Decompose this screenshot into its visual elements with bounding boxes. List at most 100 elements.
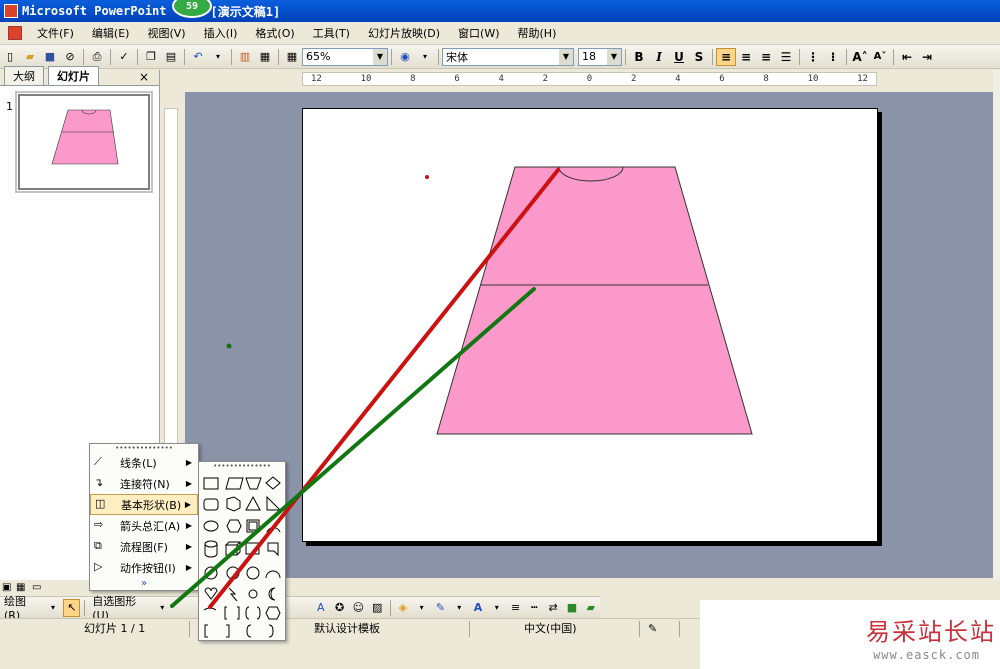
menu-item-lines[interactable]: ⟋ 线条(L) ▶	[90, 452, 198, 473]
can-shape-button[interactable]	[204, 540, 218, 558]
heart-shape-button[interactable]	[204, 587, 218, 600]
donut-shape-button[interactable]	[226, 566, 240, 580]
block-arc-shape-button[interactable]	[265, 570, 281, 579]
print-icon[interactable]: ⎙	[88, 48, 106, 66]
smiley-shape-button[interactable]	[204, 566, 218, 580]
line-style-icon[interactable]: ≡	[507, 599, 524, 617]
menu-view[interactable]: 视图(V)	[138, 25, 194, 41]
diamond-shape-button[interactable]	[265, 476, 281, 490]
tab-slides[interactable]: 幻灯片	[48, 66, 99, 85]
rectangle-shape-button[interactable]	[203, 477, 219, 490]
parallelogram-shape-button[interactable]	[225, 477, 244, 490]
font-select[interactable]: 宋体 ▼	[442, 47, 574, 66]
menu-help[interactable]: 帮助(H)	[509, 25, 566, 41]
menu-tools[interactable]: 工具(T)	[304, 25, 359, 41]
arrow-style-icon[interactable]: ⇄	[545, 599, 562, 617]
menu-item-block-arrows[interactable]: ⇨ 箭头总汇(A) ▶	[90, 515, 198, 536]
dropdown-arrow-icon[interactable]: ▾	[451, 599, 468, 617]
powerpoint-icon[interactable]	[4, 4, 18, 18]
menu-grip[interactable]: ••••••••••••••	[90, 444, 198, 452]
tab-outline[interactable]: 大纲	[4, 66, 44, 85]
clipart-icon[interactable]: ☺	[350, 599, 367, 617]
wave-shape-button[interactable]	[203, 607, 217, 611]
zoom-select[interactable]: 65% ▼	[302, 47, 388, 66]
vertical-scrollbar[interactable]	[993, 70, 1000, 580]
help-icon[interactable]: ◉	[396, 48, 414, 66]
diagram-icon[interactable]: ✪	[331, 599, 348, 617]
double-brace-shape-button[interactable]	[245, 606, 261, 620]
hexagon-shape-button[interactable]	[226, 519, 242, 533]
trapezoid-shape-button[interactable]	[245, 477, 262, 490]
paste-icon[interactable]: ▤	[162, 48, 180, 66]
select-pointer-icon[interactable]: ↖	[63, 598, 81, 617]
right-bracket-shape-button[interactable]	[226, 624, 230, 638]
horizontal-ruler[interactable]: 12 10 8 6 4 2 0 2 4 6 8 10 12	[302, 72, 877, 86]
triangle-shape-button[interactable]	[245, 495, 261, 511]
new-icon[interactable]: ▯	[1, 48, 19, 66]
undo-icon[interactable]: ↶	[189, 48, 207, 66]
slideshow-view-icon[interactable]: ▭	[32, 582, 41, 593]
align-left-icon[interactable]: ≡	[716, 47, 736, 66]
close-icon[interactable]: ×	[139, 70, 149, 84]
dropdown-arrow-icon[interactable]: ▾	[154, 599, 171, 617]
picture-icon[interactable]: ▨	[369, 599, 386, 617]
underline-button[interactable]: U	[669, 48, 689, 66]
lightning-shape-button[interactable]	[228, 587, 238, 602]
menu-edit[interactable]: 编辑(E)	[83, 25, 139, 41]
grid-icon[interactable]: ▦	[283, 48, 301, 66]
sun-shape-button[interactable]	[248, 589, 258, 599]
menu-format[interactable]: 格式(O)	[246, 25, 303, 41]
slide-canvas[interactable]	[302, 108, 878, 542]
line-color-icon[interactable]: ✎	[432, 599, 449, 617]
normal-view-icon[interactable]: ▣	[2, 582, 11, 593]
dropdown-arrow-icon[interactable]: ▾	[488, 599, 505, 617]
right-brace-shape-button[interactable]	[268, 624, 274, 638]
double-bracket-shape-button[interactable]	[224, 606, 240, 620]
open-icon[interactable]: ▰	[21, 48, 39, 66]
menu-item-basic-shapes[interactable]: ◫ 基本形状(B) ▶	[90, 494, 198, 515]
bold-button[interactable]: B	[629, 48, 649, 66]
bullets-icon[interactable]: ⁝	[823, 48, 843, 66]
skirt-trapezoid-shape[interactable]	[436, 166, 753, 435]
palette-grip[interactable]: ••••••••••••••	[199, 462, 285, 470]
arc-shape-button[interactable]	[266, 527, 281, 533]
left-bracket-shape-button[interactable]	[204, 624, 208, 638]
chevron-down-icon[interactable]: ▼	[373, 48, 387, 65]
font-color-icon[interactable]: A	[470, 599, 487, 617]
plaque-shape-button[interactable]	[265, 606, 281, 620]
numbering-icon[interactable]: ⋮	[803, 48, 823, 66]
menu-item-action-buttons[interactable]: ▷ 动作按钮(I) ▶	[90, 557, 198, 578]
dropdown-arrow-icon[interactable]: ▾	[413, 599, 430, 617]
spelling-icon[interactable]: ✓	[115, 48, 133, 66]
cube-shape-button[interactable]	[224, 541, 242, 556]
italic-button[interactable]: I	[649, 48, 669, 66]
menu-window[interactable]: 窗口(W)	[449, 25, 508, 41]
shadow-button[interactable]: S	[689, 48, 709, 66]
wordart-icon[interactable]: A	[312, 599, 329, 617]
oval-shape-button[interactable]	[203, 520, 219, 532]
menu-insert[interactable]: 插入(I)	[195, 25, 247, 41]
chart-icon[interactable]: ▥	[236, 48, 254, 66]
menu-item-flowchart[interactable]: ⧉ 流程图(F) ▶	[90, 536, 198, 557]
fill-color-icon[interactable]: ◈	[394, 599, 411, 617]
save-icon[interactable]: ■	[41, 48, 59, 66]
font-size-select[interactable]: 18 ▼	[578, 47, 622, 66]
expand-menu-chevron[interactable]: »	[90, 578, 198, 592]
right-triangle-shape-button[interactable]	[266, 495, 282, 511]
copy-icon[interactable]: ❐	[142, 48, 160, 66]
menu-slideshow[interactable]: 幻灯片放映(D)	[359, 25, 449, 41]
slide-sorter-icon[interactable]: ▦	[16, 582, 25, 593]
permission-icon[interactable]: ⊘	[61, 48, 79, 66]
align-right-icon[interactable]: ≡	[756, 48, 776, 66]
dropdown-arrow-icon[interactable]: ▾	[416, 48, 434, 66]
rounded-rectangle-shape-button[interactable]	[203, 498, 219, 511]
dropdown-arrow-icon[interactable]: ▾	[209, 48, 227, 66]
distribute-icon[interactable]: ☰	[776, 48, 796, 66]
menu-file[interactable]: 文件(F)	[28, 25, 83, 41]
menu-item-connectors[interactable]: ↴ 连接符(N) ▶	[90, 473, 198, 494]
align-center-icon[interactable]: ≡	[736, 48, 756, 66]
decrease-font-icon[interactable]: A˅	[870, 48, 890, 66]
document-icon[interactable]	[8, 26, 22, 40]
3d-style-icon[interactable]: ▰	[582, 599, 599, 617]
slide-thumbnail[interactable]	[15, 91, 153, 193]
